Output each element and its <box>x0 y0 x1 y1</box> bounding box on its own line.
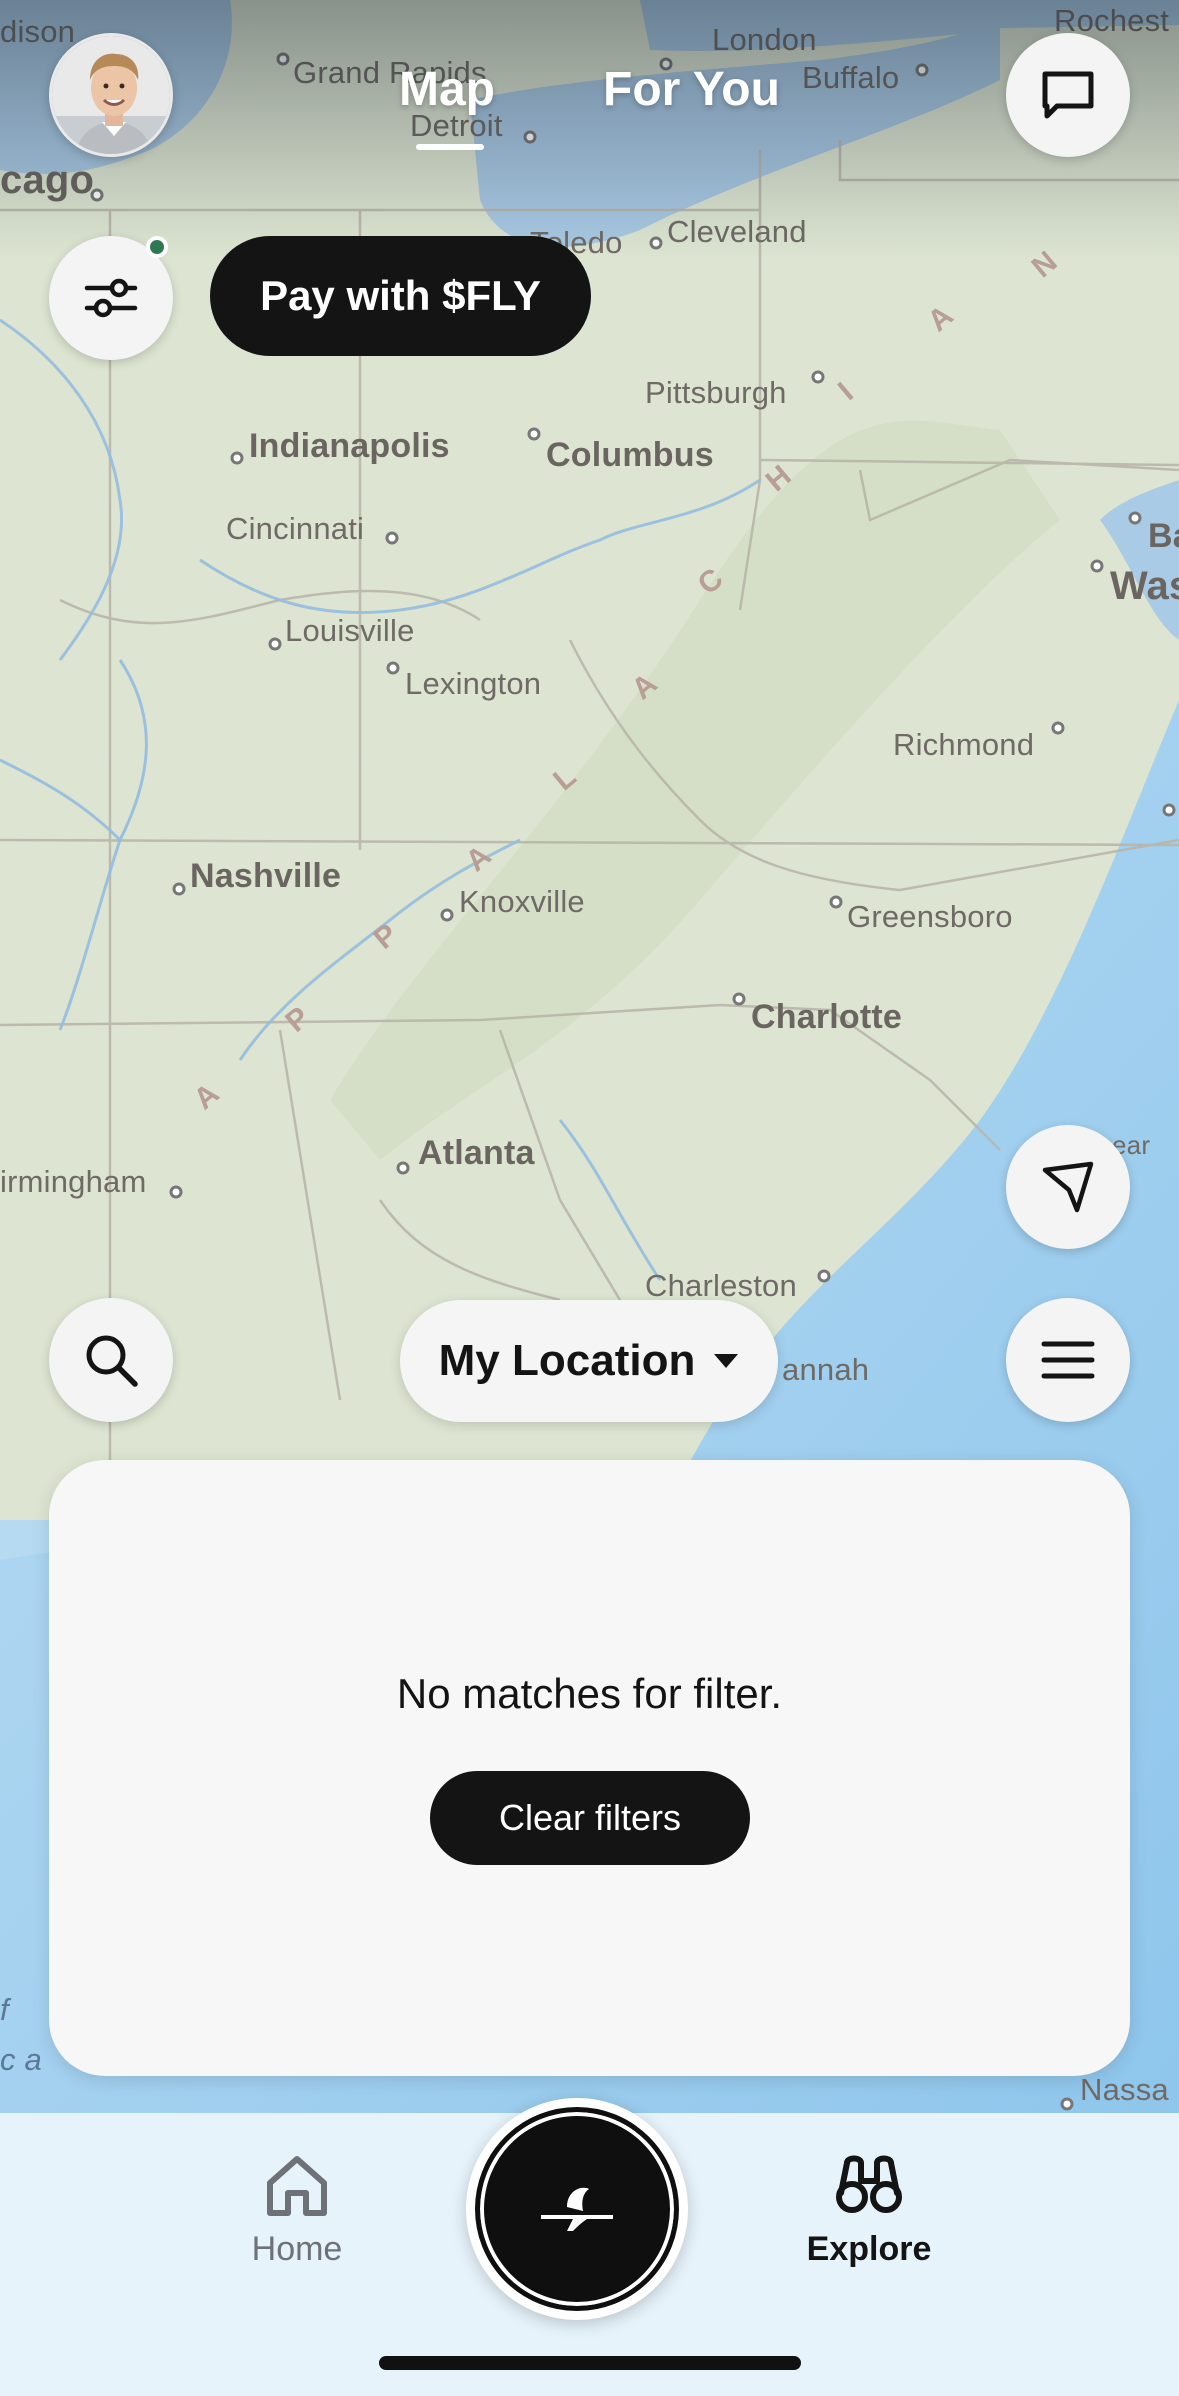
city-label: dison <box>0 14 76 49</box>
city-label: London <box>712 22 817 57</box>
city-label: Cleveland <box>667 214 807 249</box>
fly-logo-icon <box>541 2187 613 2231</box>
location-selector[interactable]: My Location <box>400 1300 778 1422</box>
city-label: Nashville <box>190 857 342 895</box>
city-label: irmingham <box>0 1164 147 1199</box>
city-label: Nassa <box>1080 2072 1169 2107</box>
city-dot <box>1060 2097 1074 2111</box>
city-dot <box>1051 721 1065 735</box>
navigation-arrow-icon <box>1042 1161 1094 1213</box>
city-label: Ba <box>1148 517 1179 555</box>
profile-avatar[interactable] <box>49 33 173 157</box>
water-label: c a <box>0 2042 42 2077</box>
tab-for-you[interactable]: For You <box>603 62 780 117</box>
city-dot <box>915 63 929 77</box>
city-dot <box>386 661 400 675</box>
recenter-button[interactable] <box>1006 1125 1130 1249</box>
hamburger-menu-icon <box>1041 1341 1095 1379</box>
city-dot <box>396 1161 410 1175</box>
home-indicator <box>379 2356 801 2370</box>
city-label: Charleston <box>645 1268 797 1303</box>
clear-filters-button[interactable]: Clear filters <box>430 1771 750 1865</box>
search-button[interactable] <box>49 1298 173 1422</box>
binoculars-icon <box>836 2155 902 2213</box>
menu-button[interactable] <box>1006 1298 1130 1422</box>
chat-bubble-icon <box>1042 71 1094 119</box>
city-label: Greensboro <box>847 899 1013 934</box>
city-label: Cincinnati <box>226 511 365 546</box>
city-label: Pittsburgh <box>645 375 787 410</box>
home-icon <box>267 2156 327 2216</box>
city-label: Columbus <box>546 436 714 474</box>
nav-home[interactable]: Home <box>197 2153 397 2269</box>
nav-explore-label: Explore <box>806 2230 932 2268</box>
city-dot <box>172 882 186 896</box>
center-action-button[interactable] <box>466 2098 688 2320</box>
sliders-icon <box>84 278 138 318</box>
city-dot <box>523 130 537 144</box>
city-dot <box>268 637 282 651</box>
city-label: Lexington <box>405 666 542 701</box>
nav-home-label: Home <box>251 2230 343 2268</box>
center-action-inner <box>475 2107 679 2311</box>
city-label: Charlotte <box>751 998 903 1036</box>
water-label: f <box>0 1992 9 2027</box>
caret-down-icon <box>714 1354 739 1368</box>
city-dot <box>811 370 825 384</box>
city-dot <box>829 895 843 909</box>
city-label: Louisville <box>285 613 415 648</box>
filter-active-indicator <box>146 236 168 258</box>
empty-state-message: No matches for filter. <box>396 1670 783 1717</box>
nav-explore[interactable]: Explore <box>769 2153 969 2269</box>
city-dot <box>440 908 454 922</box>
city-dot <box>1128 511 1142 525</box>
city-dot <box>649 236 663 250</box>
city-label: Richmond <box>893 727 1035 762</box>
city-dot <box>1090 559 1104 573</box>
city-label: Atlanta <box>418 1134 535 1172</box>
messages-button[interactable] <box>1006 33 1130 157</box>
city-label: Knoxville <box>459 884 585 919</box>
city-dot <box>276 52 290 66</box>
search-icon <box>86 1335 138 1387</box>
tab-map[interactable]: Map <box>399 62 495 117</box>
city-label: cago <box>0 158 95 202</box>
city-dot <box>1162 803 1176 817</box>
pay-with-fly-button[interactable]: Pay with $FLY <box>210 236 591 356</box>
city-label: annah <box>782 1352 870 1387</box>
city-dot <box>230 451 244 465</box>
location-label: My Location <box>438 1336 696 1385</box>
results-card: No matches for filter. Clear filters <box>49 1460 1130 2076</box>
city-dot <box>527 427 541 441</box>
city-label: Indianapolis <box>249 427 450 465</box>
city-dot <box>732 992 746 1006</box>
city-dot <box>169 1185 183 1199</box>
city-dot <box>817 1269 831 1283</box>
city-label: Buffalo <box>802 60 900 95</box>
city-dot <box>385 531 399 545</box>
city-label: Was <box>1110 564 1179 608</box>
active-tab-indicator <box>416 144 484 150</box>
